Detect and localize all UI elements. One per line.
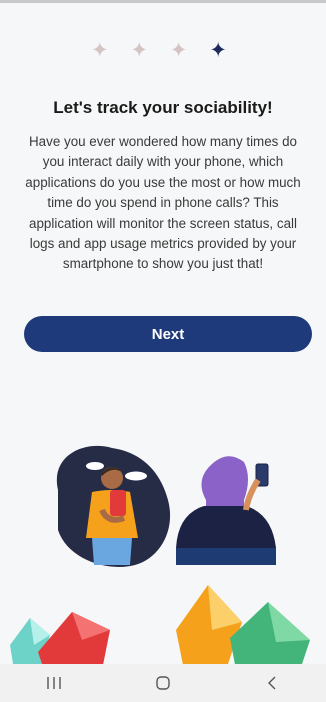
onboarding-illustration	[10, 445, 310, 670]
back-icon	[267, 676, 276, 690]
recent-apps-icon	[47, 677, 62, 689]
progress-star-1: ✦	[91, 39, 117, 62]
progress-star-2: ✦	[130, 39, 157, 62]
page-description: Have you ever wondered how many times do…	[25, 134, 301, 272]
home-icon	[156, 676, 170, 690]
page-title: Let's track your sociability!	[53, 98, 273, 117]
home-button[interactable]	[143, 668, 183, 698]
progress-star-3: ✦	[169, 39, 196, 62]
progress-stars: ✦ ✦ ✦ ✦	[0, 38, 326, 63]
system-navigation-bar	[0, 664, 326, 702]
back-button[interactable]	[252, 668, 292, 698]
left-person-illustration	[56, 445, 171, 567]
status-bar-divider	[0, 0, 326, 3]
gems-illustration	[10, 585, 310, 670]
right-person-illustration	[176, 456, 276, 565]
progress-star-4-active: ✦	[209, 39, 235, 62]
recent-apps-button[interactable]	[34, 668, 74, 698]
next-button[interactable]: Next	[24, 316, 312, 352]
